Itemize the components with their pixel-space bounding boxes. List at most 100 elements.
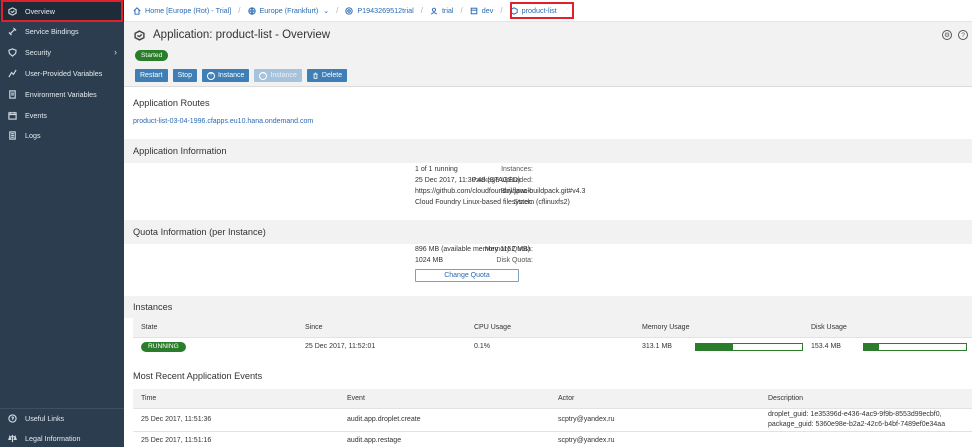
table-row[interactable]: 25 Dec 2017, 11:51:16 audit.app.restage … xyxy=(133,430,972,447)
chevron-right-icon[interactable]: › xyxy=(114,47,117,57)
breadcrumb-label: product-list xyxy=(521,6,557,15)
breadcrumb-org[interactable]: trial xyxy=(430,6,454,15)
instances-title: Instances xyxy=(133,302,173,312)
table-row[interactable]: 25 Dec 2017, 11:51:36 audit.app.droplet.… xyxy=(133,407,972,431)
add-instance-button[interactable]: + Instance xyxy=(201,69,250,82)
info-value: 1 of 1 running xyxy=(415,166,458,173)
instances-header: Instances xyxy=(124,296,972,318)
running-badge: RUNNING xyxy=(141,341,186,352)
sidebar-item-environment-variables[interactable]: Environment Variables xyxy=(0,84,124,105)
memory-progress-fill xyxy=(696,343,734,350)
disk-usage: 153.4 MB xyxy=(811,342,972,351)
sidebar: Overview Service Bindings Security › Use… xyxy=(0,0,124,447)
info-value: https://github.com/cloudfoundry/java-bui… xyxy=(415,188,586,195)
quota-title: Quota Information (per Instance) xyxy=(133,227,266,237)
sidebar-item-label: Environment Variables xyxy=(25,90,97,99)
column-header: CPU Usage xyxy=(466,318,634,337)
globe-icon xyxy=(247,6,256,15)
account-icon xyxy=(345,6,354,15)
sidebar-item-service-bindings[interactable]: Service Bindings xyxy=(0,21,124,42)
breadcrumb-space[interactable]: dev xyxy=(470,6,493,15)
restart-button[interactable]: Restart xyxy=(135,69,168,82)
shield-icon xyxy=(8,48,17,57)
change-quota-button[interactable]: Change Quota xyxy=(415,269,519,282)
quota-body: Memory Quota: 896 MB (available memory 1… xyxy=(124,244,972,294)
app-info-header: Application Information xyxy=(124,139,972,163)
sidebar-item-user-provided-variables[interactable]: User-Provided Variables xyxy=(0,63,124,84)
breadcrumb-region[interactable]: Europe (Frankfurt) ⌄ xyxy=(247,6,329,15)
delete-button[interactable]: Delete xyxy=(306,69,348,82)
column-header: Disk Usage xyxy=(803,318,972,337)
table-header-row: Time Event Actor Description xyxy=(133,389,972,408)
remove-instance-button[interactable]: − Instance xyxy=(254,69,302,82)
routes-section: Application Routes product-list-03-04-19… xyxy=(124,88,972,139)
toolbar: Restart Stop + Instance − Instance Delete xyxy=(135,69,348,82)
page-title: Application: product-list - Overview xyxy=(153,29,331,41)
help-icon[interactable]: ? xyxy=(958,30,968,40)
app-icon xyxy=(134,29,145,41)
info-key: Instances: xyxy=(501,166,533,173)
sidebar-item-label: Service Bindings xyxy=(25,27,79,36)
event-cell: audit.app.droplet.create xyxy=(339,407,550,431)
sidebar-item-security[interactable]: Security › xyxy=(0,42,124,63)
column-header: Memory Usage xyxy=(634,318,803,337)
delete-label: Delete xyxy=(321,72,343,79)
breadcrumb-separator: / xyxy=(460,6,463,15)
breadcrumb-home[interactable]: Home [Europe (Rot) - Trial] xyxy=(133,6,231,15)
settings-icon[interactable]: ⚙ xyxy=(942,30,952,40)
breadcrumb-label: trial xyxy=(441,6,454,15)
sidebar-item-overview[interactable]: Overview xyxy=(0,1,124,22)
column-header: Actor xyxy=(550,389,760,408)
routes-title: Application Routes xyxy=(133,98,210,108)
route-link[interactable]: product-list-03-04-1996.cfapps.eu10.hana… xyxy=(133,118,313,125)
stop-button[interactable]: Stop xyxy=(172,69,197,82)
legal-icon xyxy=(8,434,17,443)
event-cell: audit.app.restage xyxy=(339,430,550,447)
breadcrumb-account[interactable]: P1943269512trial xyxy=(345,6,414,15)
disk-progress-bar xyxy=(863,342,967,351)
info-value: Cloud Foundry Linux-based filesystem (cf… xyxy=(415,199,570,206)
column-header: State xyxy=(133,318,297,337)
app-info-body: Instances: 1 of 1 running Package Upload… xyxy=(124,163,972,216)
table-row[interactable]: RUNNING 25 Dec 2017, 11:52:01 0.1% 313.1… xyxy=(133,336,972,356)
quota-value: 1024 MB xyxy=(415,257,444,264)
app-root: Overview Service Bindings Security › Use… xyxy=(0,0,972,447)
column-header: Since xyxy=(297,318,466,337)
actor-cell: scptry@yandex.ru xyxy=(550,430,760,447)
description-cell: droplet_guid: 1e35396d-e436-4ac9-9f9b-85… xyxy=(760,407,972,431)
sidebar-item-events[interactable]: Events xyxy=(0,105,124,126)
description-line: package_guid: 5360e98e-b2a2-42c6-b4bf-74… xyxy=(768,420,946,428)
actor-cell: scptry@yandex.ru xyxy=(550,407,760,431)
column-header: Time xyxy=(133,389,339,408)
app-icon xyxy=(8,7,17,16)
quota-header: Quota Information (per Instance) xyxy=(124,220,972,244)
info-row: Instances: xyxy=(124,166,533,176)
events-section: Most Recent Application Events xyxy=(124,358,972,388)
memory-usage: 313.1 MB xyxy=(642,342,803,351)
sidebar-item-legal-information[interactable]: Legal Information xyxy=(0,428,124,447)
breadcrumb-label: P1943269512trial xyxy=(357,6,414,15)
sidebar-item-label: User-Provided Variables xyxy=(25,69,103,78)
sidebar-item-logs[interactable]: Logs xyxy=(0,125,124,146)
description-line: droplet_guid: 1e35396d-e436-4ac9-9f9b-85… xyxy=(768,410,942,418)
chevron-down-icon[interactable]: ⌄ xyxy=(323,7,329,15)
variables-icon xyxy=(8,69,17,78)
remove-instance-label: Instance xyxy=(270,72,297,79)
sidebar-item-label: Logs xyxy=(25,131,41,140)
question-icon xyxy=(8,414,17,423)
status-badge: Started xyxy=(135,50,169,61)
restart-label: Restart xyxy=(140,72,163,79)
minus-icon: − xyxy=(259,71,268,80)
add-instance-label: Instance xyxy=(217,72,245,79)
state-cell: RUNNING xyxy=(133,336,297,356)
column-header: Description xyxy=(760,389,972,408)
sidebar-item-useful-links[interactable]: Useful Links xyxy=(0,408,124,429)
sidebar-item-label: Events xyxy=(25,111,47,120)
memory-value: 313.1 MB xyxy=(642,343,672,351)
time-cell: 25 Dec 2017, 11:51:36 xyxy=(133,407,339,431)
log-icon xyxy=(8,131,17,140)
breadcrumb-application[interactable]: product-list xyxy=(509,6,557,15)
disk-progress-fill xyxy=(864,343,880,350)
header-actions: ⚙ ? xyxy=(942,30,968,40)
link-icon xyxy=(8,27,17,36)
